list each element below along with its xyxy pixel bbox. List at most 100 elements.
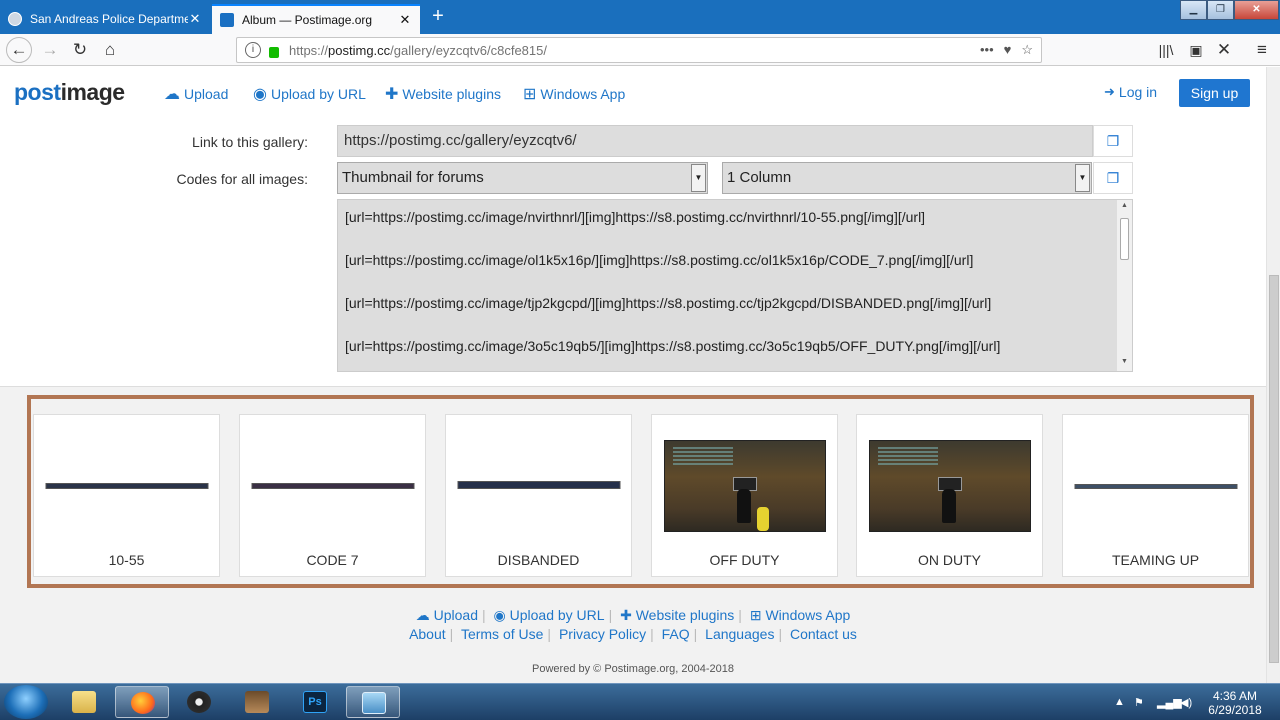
gallery-item[interactable]: TEAMING UP bbox=[1062, 414, 1249, 577]
info-icon[interactable]: i bbox=[245, 42, 261, 58]
thumbnail-image[interactable] bbox=[457, 481, 620, 489]
browser-tab-strip: San Andreas Police Departmen ✕ Album — P… bbox=[0, 0, 1280, 34]
columns-select[interactable]: 1 Column ▼ bbox=[722, 162, 1092, 194]
tab-album[interactable]: Album — Postimage.org ✕ bbox=[212, 4, 420, 34]
home-icon[interactable]: ⌂ bbox=[98, 39, 122, 61]
scroll-down-icon[interactable]: ▼ bbox=[1117, 358, 1132, 365]
gallery-caption: 10-55 bbox=[108, 552, 145, 568]
scroll-thumb[interactable] bbox=[1120, 218, 1129, 260]
gallery-link-field[interactable]: https://postimg.cc/gallery/eyzcqtv6/ bbox=[337, 125, 1093, 157]
menu-upload[interactable]: ☁ Upload bbox=[164, 84, 228, 104]
taskbar-game[interactable] bbox=[230, 686, 284, 718]
footer-privacy-link[interactable]: Privacy Policy bbox=[559, 626, 646, 642]
menu-upload-label: Upload bbox=[184, 86, 229, 102]
menu-upload-by-url[interactable]: ◉ Upload by URL bbox=[253, 84, 366, 104]
minimize-button[interactable]: ▁ bbox=[1180, 0, 1207, 20]
gallery-item[interactable]: DISBANDED bbox=[445, 414, 632, 577]
forward-icon[interactable]: → bbox=[38, 39, 62, 61]
extension-x-icon[interactable]: ✕ bbox=[1212, 39, 1236, 61]
chevron-down-icon: ▼ bbox=[691, 164, 706, 192]
tab-title: Album — Postimage.org bbox=[242, 13, 373, 27]
footer-upload-link[interactable]: Upload bbox=[434, 607, 478, 623]
footer-windows-link[interactable]: Windows App bbox=[765, 607, 850, 623]
scroll-up-icon[interactable]: ▲ bbox=[1117, 202, 1132, 209]
taskbar-app-circle[interactable] bbox=[172, 686, 226, 718]
footer-links-primary: ☁ Upload | ◉ Upload by URL | ✚ Website plu… bbox=[415, 607, 851, 623]
thumbnail-image[interactable] bbox=[251, 483, 414, 489]
tab-title: San Andreas Police Departmen bbox=[30, 12, 188, 26]
code-type-select[interactable]: Thumbnail for forums ▼ bbox=[337, 162, 708, 194]
menu-windows-app[interactable]: ⊞ Windows App bbox=[523, 84, 625, 104]
url-text[interactable]: https://postimg.cc/gallery/eyzcqtv6/c8cf… bbox=[289, 43, 547, 58]
gallery-strip: 10-55 CODE 7 DISBANDED OFF DUTY ON DUTY … bbox=[27, 395, 1254, 588]
code-line: [url=https://postimg.cc/image/3o5c19qb5/… bbox=[345, 338, 1001, 354]
menu-upload-url-label: Upload by URL bbox=[270, 86, 366, 102]
menu-website-plugins[interactable]: ✚ Website plugins bbox=[385, 84, 501, 104]
gallery-item[interactable]: CODE 7 bbox=[239, 414, 426, 577]
copy-codes-button[interactable]: ❐ bbox=[1093, 162, 1133, 194]
sidebar-icon[interactable]: ▣ bbox=[1184, 39, 1208, 61]
footer-faq-link[interactable]: FAQ bbox=[662, 626, 690, 642]
windows-start-button[interactable] bbox=[4, 685, 48, 719]
page-scroll-thumb[interactable] bbox=[1269, 275, 1279, 663]
login-label: Log in bbox=[1118, 84, 1158, 100]
network-signal-icon[interactable]: ▂▄▆ bbox=[1157, 696, 1182, 709]
footer-plugins-link[interactable]: Website plugins bbox=[636, 607, 735, 623]
footer-contact-link[interactable]: Contact us bbox=[790, 626, 857, 642]
image-viewer-icon bbox=[362, 692, 386, 714]
footer-upload-url-link[interactable]: Upload by URL bbox=[510, 607, 605, 623]
footer-about-link[interactable]: About bbox=[409, 626, 446, 642]
copy-link-button[interactable]: ❐ bbox=[1093, 125, 1133, 157]
gallery-item[interactable]: ON DUTY bbox=[856, 414, 1043, 577]
code-line: [url=https://postimg.cc/image/tjp2kgcpd/… bbox=[345, 295, 992, 311]
thumbnail-image[interactable] bbox=[663, 440, 826, 532]
gallery-caption: ON DUTY bbox=[918, 552, 981, 568]
thumbnail-image[interactable] bbox=[45, 483, 208, 489]
page-scrollbar[interactable] bbox=[1266, 67, 1280, 683]
copy-icon: ❐ bbox=[1106, 133, 1120, 149]
back-icon[interactable]: ← bbox=[6, 37, 32, 63]
cloud-upload-icon: ☁ bbox=[164, 86, 180, 103]
volume-icon[interactable]: ◀) bbox=[1180, 696, 1192, 709]
maximize-button[interactable]: ❐ bbox=[1207, 0, 1234, 20]
taskbar-explorer[interactable] bbox=[57, 686, 111, 718]
gallery-item[interactable]: 10-55 bbox=[33, 414, 220, 577]
window-close-button[interactable]: ✕ bbox=[1234, 0, 1279, 20]
tab-san-andreas[interactable]: San Andreas Police Departmen ✕ bbox=[0, 4, 210, 34]
taskbar-image-viewer[interactable] bbox=[346, 686, 400, 718]
gallery-item[interactable]: OFF DUTY bbox=[651, 414, 838, 577]
taskbar-photoshop[interactable]: Ps bbox=[288, 686, 342, 718]
page-actions-icon[interactable]: ••• bbox=[980, 42, 994, 58]
windows-icon: ⊞ bbox=[523, 86, 537, 103]
login-link[interactable]: ➜ Log in bbox=[1104, 84, 1157, 100]
sign-up-button[interactable]: Sign up bbox=[1179, 79, 1250, 107]
footer-links-secondary: About | Terms of Use | Privacy Policy | FAQ… bbox=[409, 626, 857, 642]
url-path: /gallery/eyzcqtv6/c8cfe815/ bbox=[390, 42, 547, 58]
tray-expand-icon[interactable]: ▲ bbox=[1114, 696, 1125, 708]
taskbar-clock[interactable]: 4:36 AM 6/29/2018 bbox=[1200, 689, 1270, 717]
chevron-down-icon: ▼ bbox=[1075, 164, 1090, 192]
thumbnail-image[interactable] bbox=[1074, 484, 1237, 489]
close-tab-icon[interactable]: ✕ bbox=[188, 11, 202, 27]
close-tab-icon[interactable]: ✕ bbox=[398, 12, 412, 28]
codes-scrollbar[interactable]: ▲ ▼ bbox=[1116, 200, 1132, 371]
postimage-logo[interactable]: postimage bbox=[14, 79, 125, 106]
action-center-flag-icon[interactable]: ⚑ bbox=[1134, 696, 1144, 709]
bookmark-star-icon[interactable]: ☆ bbox=[1021, 42, 1033, 58]
footer-languages-link[interactable]: Languages bbox=[705, 626, 774, 642]
new-tab-button[interactable]: + bbox=[428, 5, 448, 28]
thumbnail-image[interactable] bbox=[868, 440, 1031, 532]
copy-icon: ❐ bbox=[1106, 170, 1120, 186]
footer-terms-link[interactable]: Terms of Use bbox=[461, 626, 543, 642]
lock-icon bbox=[269, 46, 279, 58]
pocket-icon[interactable]: ♥ bbox=[1004, 42, 1012, 58]
taskbar-firefox[interactable] bbox=[115, 686, 169, 718]
reload-icon[interactable]: ↻ bbox=[68, 39, 92, 61]
gallery-codes-form: Link to this gallery: https://postimg.cc… bbox=[0, 119, 1266, 387]
logo-part-image: image bbox=[60, 79, 125, 105]
menu-hamburger-icon[interactable]: ≡ bbox=[1250, 39, 1274, 61]
url-bar[interactable]: i https://postimg.cc/gallery/eyzcqtv6/c8… bbox=[236, 37, 1042, 63]
library-icon[interactable]: |||\ bbox=[1154, 39, 1178, 61]
sign-in-icon: ➜ bbox=[1104, 84, 1115, 99]
codes-textarea[interactable]: [url=https://postimg.cc/image/nvirthnrl/… bbox=[337, 199, 1133, 372]
